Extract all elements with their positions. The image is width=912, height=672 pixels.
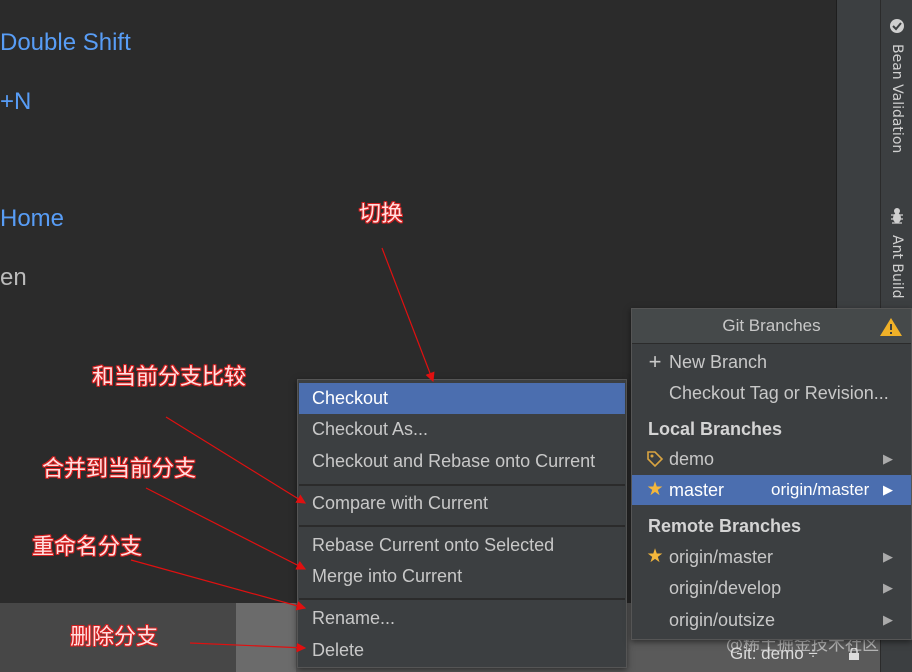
annotation-compare: 和当前分支比较 — [92, 365, 247, 390]
annotation-merge: 合并到当前分支 — [42, 457, 197, 482]
annotation-delete: 删除分支 — [70, 625, 159, 650]
arrow-rename — [130, 559, 307, 611]
annotation-checkout: 切换 — [359, 202, 404, 227]
arrow-checkout — [381, 247, 435, 383]
annotation-arrows — [130, 247, 435, 653]
annotation-rename: 重命名分支 — [32, 535, 143, 560]
arrow-delete — [189, 642, 307, 653]
arrow-merge — [145, 487, 307, 570]
